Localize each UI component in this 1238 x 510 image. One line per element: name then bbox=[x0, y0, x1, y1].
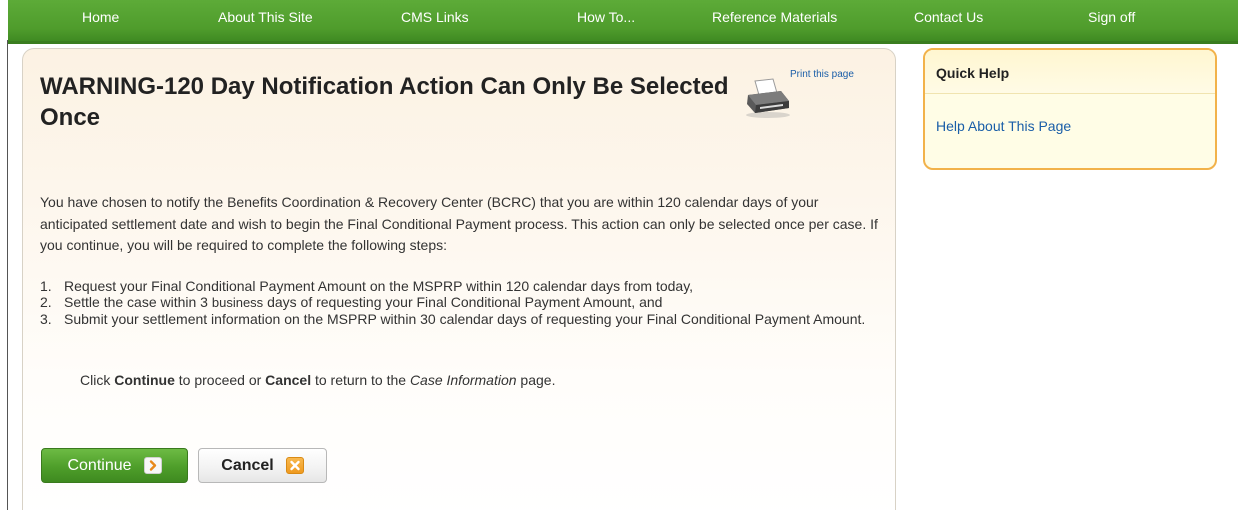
continue-button[interactable]: Continue bbox=[41, 448, 188, 483]
list-item: 3. Submit your settlement information on… bbox=[40, 311, 886, 327]
step-number: 2. bbox=[40, 294, 52, 310]
step-text-business: business bbox=[211, 295, 264, 310]
quick-help-title: Quick Help bbox=[925, 50, 1215, 94]
chevron-right-icon bbox=[143, 457, 162, 474]
nav-cms-links[interactable]: CMS Links bbox=[401, 9, 469, 25]
instruction-part4: page. bbox=[516, 372, 556, 388]
top-navigation-bar: Home About This Site CMS Links How To...… bbox=[8, 0, 1238, 44]
instruction-cancel-word: Cancel bbox=[265, 372, 312, 388]
nav-about-this-site[interactable]: About This Site bbox=[218, 9, 313, 25]
step-number: 1. bbox=[40, 278, 52, 294]
instruction-page-name: Case Information bbox=[409, 372, 517, 388]
print-page-link[interactable]: Print this page bbox=[790, 69, 854, 80]
warning-paragraph: You have chosen to notify the Benefits C… bbox=[40, 194, 878, 253]
nav-home[interactable]: Home bbox=[82, 9, 119, 25]
step-text-after: days of requesting your Final Conditiona… bbox=[267, 294, 663, 310]
nav-how-to[interactable]: How To... bbox=[577, 9, 635, 25]
quick-help-box: Quick Help Help About This Page bbox=[923, 48, 1217, 170]
cancel-button[interactable]: Cancel bbox=[198, 448, 327, 483]
instruction-text: Click Continue to proceed or Cancel to r… bbox=[80, 372, 555, 388]
page-title: WARNING-120 Day Notification Action Can … bbox=[40, 73, 729, 131]
nav-reference-materials[interactable]: Reference Materials bbox=[712, 9, 837, 25]
list-item: 2. Settle the case within 3 business day… bbox=[40, 294, 886, 311]
cancel-button-label: Cancel bbox=[221, 456, 274, 474]
list-item: 1. Request your Final Conditional Paymen… bbox=[40, 278, 886, 294]
main-content-panel: WARNING-120 Day Notification Action Can … bbox=[22, 48, 896, 510]
steps-list: 1. Request your Final Conditional Paymen… bbox=[40, 278, 886, 327]
instruction-part2: to proceed or bbox=[174, 372, 266, 388]
printer-icon[interactable] bbox=[743, 77, 793, 119]
step-text: Request your Final Conditional Payment A… bbox=[64, 278, 694, 294]
step-number: 3. bbox=[40, 311, 52, 327]
step-text: Submit your settlement information on th… bbox=[64, 311, 866, 327]
nav-sign-off[interactable]: Sign off bbox=[1088, 9, 1135, 25]
close-x-icon bbox=[285, 457, 304, 474]
instruction-part3: to return to the bbox=[311, 372, 410, 388]
instruction-part1: Click bbox=[80, 372, 115, 388]
page-left-border bbox=[7, 40, 8, 510]
step-text-before: Settle the case within 3 bbox=[64, 294, 208, 310]
instruction-continue-word: Continue bbox=[114, 372, 175, 388]
continue-button-label: Continue bbox=[67, 456, 132, 474]
nav-contact-us[interactable]: Contact Us bbox=[914, 9, 983, 25]
help-about-this-page-link[interactable]: Help About This Page bbox=[936, 118, 1071, 134]
